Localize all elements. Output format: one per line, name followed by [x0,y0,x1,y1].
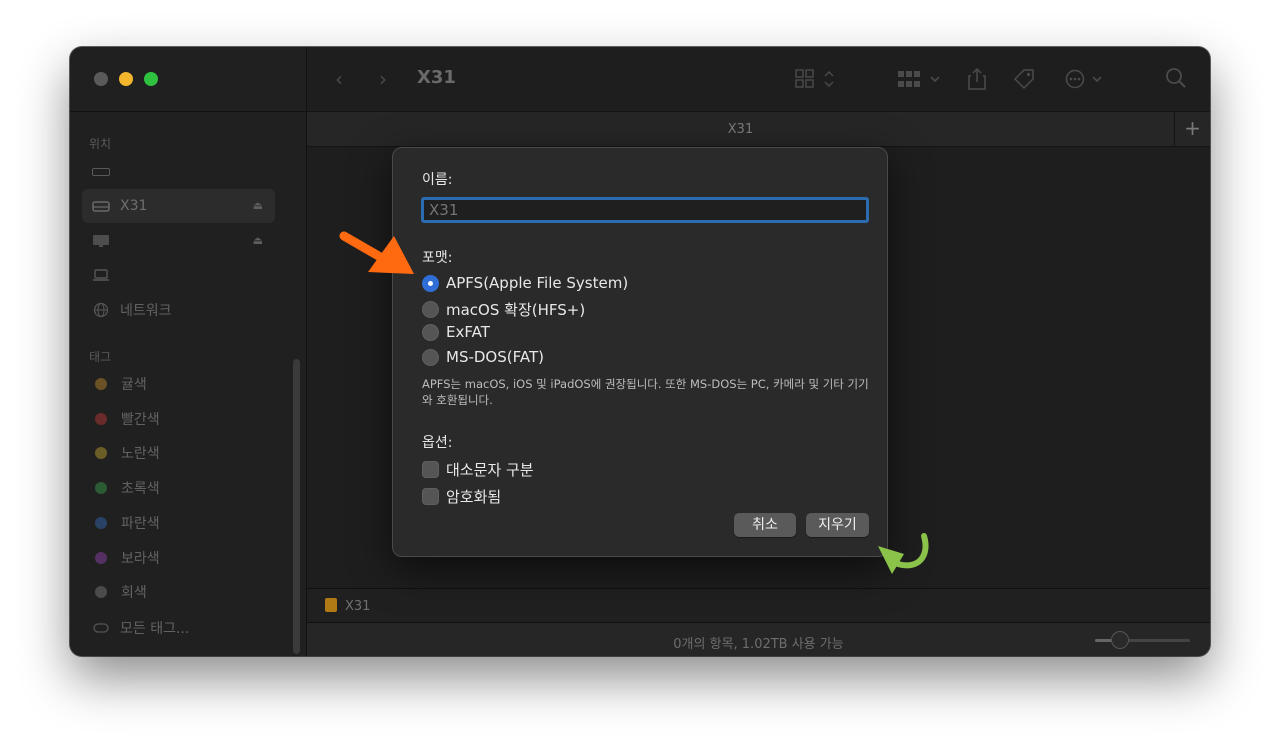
view-mode-icon[interactable] [795,69,837,94]
cancel-button[interactable]: 취소 [734,513,796,537]
checkbox-icon[interactable] [422,461,439,478]
radio-checked-icon[interactable] [422,274,439,292]
format-option[interactable]: macOS 확장(HFS+) [422,299,585,320]
status-text: 0개의 항목, 1.02TB 사용 가능 [673,637,844,652]
tab-x31[interactable]: X31 [307,122,1174,137]
erase-dialog: 이름: 포맷: APFS는 macOS, iOS 및 iPadOS에 권장됩니다… [392,147,888,557]
external-drive-icon [92,199,110,213]
zoom-button[interactable] [144,72,158,86]
sidebar-item-disk[interactable] [82,155,275,189]
checkbox-icon[interactable] [422,488,439,505]
sidebar-item-label: 회색 [121,585,147,602]
name-label: 이름: [422,172,453,188]
minimize-button[interactable] [119,72,133,86]
drive-icon [325,598,337,612]
radio-unchecked-icon[interactable] [422,323,439,341]
tag-color-dot [95,482,107,495]
format-option[interactable]: ExFAT [422,323,490,341]
sidebar-item-all-tags[interactable]: 모든 태그... [82,611,275,645]
sidebar-tag-item[interactable]: 초록색 [82,471,275,505]
eject-icon[interactable]: ⏏ [253,234,263,247]
sidebar-scrollbar[interactable] [293,359,300,654]
orange-arrow-icon [339,231,414,274]
format-option[interactable]: APFS(Apple File System) [422,274,628,292]
eject-icon[interactable]: ⏏ [253,199,263,212]
group-by-icon[interactable] [897,69,941,94]
sidebar-tag-item[interactable]: 파란색 [82,506,275,540]
format-description: APFS는 macOS, iOS 및 iPadOS에 권장됩니다. 또한 MS-… [422,377,869,407]
sidebar-item-display[interactable]: ⏏ [82,224,275,258]
format-option-label: MS-DOS(FAT) [446,348,544,367]
sidebar-item-label: X31 [120,198,148,214]
tag-color-dot [95,412,107,425]
sidebar: 위치 X31 ⏏ ⏏ 네트워크 태그 모든 태그... 귤색 빨간색 노란색 초… [70,47,307,656]
forward-icon[interactable]: › [379,67,387,91]
new-tab-button[interactable]: + [1174,112,1210,146]
erase-button[interactable]: 지우기 [806,513,869,537]
format-option-label: macOS 확장(HFS+) [446,300,586,319]
search-icon[interactable] [1165,67,1187,94]
more-actions-icon[interactable] [1065,69,1105,94]
sidebar-section-locations: 위치 [89,137,112,151]
display-icon [92,234,110,248]
sidebar-tag-item[interactable]: 귤색 [82,367,275,401]
window-title: X31 [417,67,456,88]
sidebar-item-label: 보라색 [121,550,160,567]
sidebar-tag-item[interactable]: 회색 [82,575,275,609]
path-bar: X31 [307,588,1210,622]
network-globe-icon [92,302,110,318]
tab-bar: X31 + [307,111,1210,147]
tag-color-dot [95,447,107,460]
sidebar-section-tags: 태그 [89,350,112,364]
sidebar-divider [70,111,307,112]
sidebar-item-label: 네트워크 [120,303,172,319]
name-input[interactable] [421,197,869,223]
path-item-x31[interactable]: X31 [345,599,370,614]
disk-icon [92,165,110,179]
sidebar-item-network[interactable]: 네트워크 [82,293,275,327]
option-checkbox-row[interactable]: 대소문자 구분 [422,459,534,480]
sidebar-tag-item[interactable]: 노란색 [82,436,275,470]
share-icon[interactable] [967,67,987,96]
sidebar-tag-item[interactable]: 보라색 [82,541,275,575]
tag-outline-icon [92,621,110,635]
tag-color-dot [95,516,107,529]
option-label: 암호화됨 [446,488,502,506]
laptop-icon [92,268,110,282]
close-button[interactable] [94,72,108,86]
option-label: 대소문자 구분 [446,461,534,479]
status-bar: 0개의 항목, 1.02TB 사용 가능 [307,622,1210,656]
tag-icon[interactable] [1012,67,1036,96]
green-arrow-icon [878,533,929,574]
sidebar-item-laptop[interactable] [82,258,275,292]
sidebar-item-label: 빨간색 [121,411,160,428]
options-label: 옵션: [422,435,453,451]
icon-size-slider[interactable] [1095,631,1190,649]
radio-unchecked-icon[interactable] [422,348,439,366]
sidebar-item-label: 모든 태그... [120,621,190,637]
sidebar-item-label: 파란색 [121,515,160,532]
sidebar-item-label: 귤색 [121,377,147,393]
option-checkbox-row[interactable]: 암호화됨 [422,486,501,507]
sidebar-item-label: 노란색 [121,446,160,463]
format-label: 포맷: [422,250,453,266]
back-icon[interactable]: ‹ [335,67,343,91]
format-option-label: ExFAT [446,323,490,342]
sidebar-tag-item[interactable]: 빨간색 [82,402,275,436]
toolbar: ‹ › X31 [307,47,1210,111]
tag-color-dot [95,378,107,390]
sidebar-item-label: 초록색 [121,481,160,498]
slider-knob[interactable] [1111,631,1129,649]
tag-color-dot [95,551,107,564]
tag-color-dot [95,586,107,599]
radio-unchecked-icon[interactable] [422,300,439,318]
sidebar-item-x31[interactable]: X31 ⏏ [82,189,275,223]
format-option[interactable]: MS-DOS(FAT) [422,348,544,366]
format-option-label: APFS(Apple File System) [446,274,629,292]
